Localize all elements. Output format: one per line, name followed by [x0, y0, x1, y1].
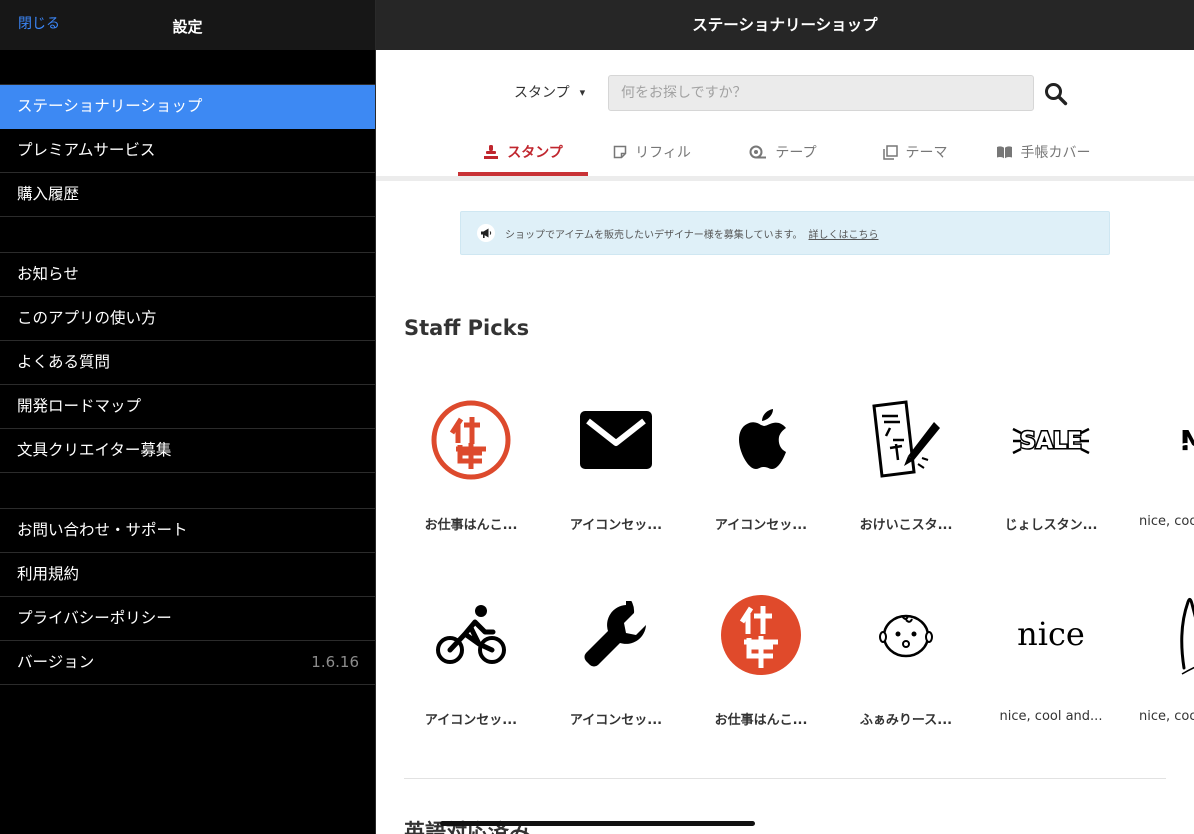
item-label: アイコンセッ...	[714, 518, 808, 533]
list-item[interactable]: アイコンセッ...	[549, 370, 683, 533]
list-item[interactable]: ふぁみりース...	[839, 565, 973, 728]
refill-icon	[613, 145, 627, 159]
version-value: 1.6.16	[311, 653, 359, 671]
tab-theme[interactable]: テーマ	[870, 128, 960, 176]
menu-item-how-to-use[interactable]: このアプリの使い方	[0, 297, 375, 341]
list-item[interactable]: お仕事はんこ...	[694, 565, 828, 728]
category-select[interactable]: スタンプ ▾	[514, 75, 585, 111]
section-divider	[404, 778, 1166, 779]
list-item[interactable]: nice, coo	[1129, 565, 1194, 724]
chevron-down-icon: ▾	[579, 86, 586, 99]
tab-refill[interactable]: リフィル	[602, 128, 702, 176]
book-cover-icon	[996, 146, 1012, 159]
tab-stamp[interactable]: スタンプ	[458, 128, 588, 176]
shop-panel: ステーショナリーショップ スタンプ ▾ スタンプ リフィル テープ テーマ 手帳カ…	[376, 0, 1194, 834]
nice-lettering-icon: NIC	[1179, 424, 1194, 457]
menu-item-premium-service[interactable]: プレミアムサービス	[0, 129, 375, 173]
category-tabs: スタンプ リフィル テープ テーマ 手帳カバー	[376, 128, 1194, 176]
category-select-value: スタンプ	[514, 85, 570, 101]
group-spacer	[0, 473, 375, 509]
item-label: アイコンセッ...	[569, 518, 663, 533]
tape-icon	[749, 145, 767, 159]
item-label: nice, coo	[1139, 709, 1194, 724]
notice-text: ショップでアイテムを販売したいデザイナー様を募集しています。	[505, 229, 803, 241]
section-title-staff-picks: Staff Picks	[404, 316, 530, 340]
item-label: おけいこスタ...	[859, 518, 953, 533]
practice-paper-brush-icon	[872, 400, 940, 478]
search-bar: スタンプ ▾	[376, 75, 1194, 111]
envelope-icon	[580, 411, 652, 469]
svg-text:nice: nice	[1017, 615, 1085, 653]
megaphone-icon	[477, 224, 495, 242]
tab-tape[interactable]: テープ	[738, 128, 828, 176]
shop-title: ステーショナリーショップ	[376, 0, 1194, 50]
settings-header: 閉じる 設定	[0, 0, 375, 50]
item-label: じょしスタン...	[1004, 518, 1098, 533]
list-item[interactable]: おけいこスタ...	[839, 370, 973, 533]
svg-text:NIC: NIC	[1180, 424, 1194, 457]
list-item[interactable]: SALE じょしスタン...	[984, 370, 1118, 534]
group-spacer	[0, 217, 375, 253]
menu-item-creator-recruit[interactable]: 文具クリエイター募集	[0, 429, 375, 473]
item-label: nice, cool and...	[999, 709, 1103, 724]
settings-panel: 閉じる 設定 ステーショナリーショップ プレミアムサービス 購入履歴 お知らせ …	[0, 0, 375, 834]
list-item[interactable]: アイコンセッ...	[404, 565, 538, 728]
group-spacer	[0, 50, 375, 85]
menu-item-version: バージョン 1.6.16	[0, 641, 375, 685]
list-item[interactable]: NIC nice, coo	[1129, 370, 1194, 529]
menu-item-purchase-history[interactable]: 購入履歴	[0, 173, 375, 217]
stamp-icon	[484, 145, 499, 159]
menu-item-contact-support[interactable]: お問い合わせ・サポート	[0, 509, 375, 553]
bicycle-icon	[436, 605, 506, 664]
list-item[interactable]: アイコンセッ...	[694, 370, 828, 533]
item-label: nice, coo	[1139, 514, 1194, 529]
home-indicator[interactable]	[440, 821, 755, 826]
item-label: お仕事はんこ...	[424, 518, 518, 533]
wrench-icon	[584, 601, 646, 667]
list-item[interactable]: アイコンセッ...	[549, 565, 683, 728]
menu-item-roadmap[interactable]: 開発ロードマップ	[0, 385, 375, 429]
shigoto-stamp-outline-icon	[431, 400, 511, 480]
tabs-divider	[376, 176, 1194, 181]
apple-icon	[739, 409, 786, 469]
menu-item-faq[interactable]: よくある質問	[0, 341, 375, 385]
list-item[interactable]: お仕事はんこ...	[404, 370, 538, 533]
settings-title: 設定	[172, 18, 203, 36]
search-icon[interactable]	[1044, 82, 1068, 106]
menu-item-terms[interactable]: 利用規約	[0, 553, 375, 597]
notice-details-link[interactable]: 詳しくはこちら	[809, 226, 879, 241]
nice-text-icon: nice	[1017, 615, 1085, 653]
sale-icon: SALE	[1012, 428, 1090, 456]
script-lettering-icon	[1180, 597, 1194, 675]
baby-face-icon	[879, 614, 933, 658]
item-label: アイコンセッ...	[569, 713, 663, 728]
shigoto-stamp-filled-icon	[721, 595, 801, 675]
menu-item-stationery-shop[interactable]: ステーショナリーショップ	[0, 85, 375, 129]
menu-item-news[interactable]: お知らせ	[0, 253, 375, 297]
item-label: ふぁみりース...	[859, 713, 953, 728]
item-label: お仕事はんこ...	[714, 713, 808, 728]
tab-book-cover[interactable]: 手帳カバー	[988, 128, 1098, 176]
designer-recruit-notice: ショップでアイテムを販売したいデザイナー様を募集しています。 詳しくはこちら	[460, 211, 1110, 255]
list-item[interactable]: nice nice, cool and...	[984, 565, 1118, 724]
item-label: アイコンセッ...	[424, 713, 518, 728]
menu-item-privacy-policy[interactable]: プライバシーポリシー	[0, 597, 375, 641]
search-input[interactable]	[608, 75, 1034, 111]
theme-icon	[882, 144, 898, 160]
svg-text:SALE: SALE	[1020, 429, 1082, 454]
